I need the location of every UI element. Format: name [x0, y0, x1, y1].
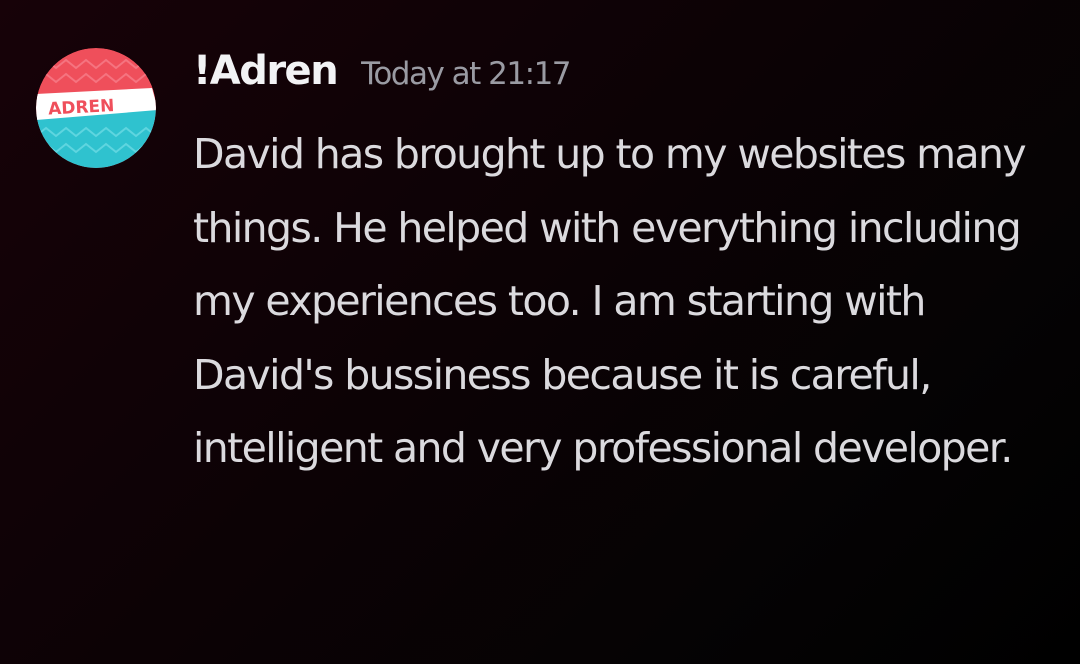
avatar-image: ADREN — [36, 48, 156, 168]
avatar-label: ADREN — [48, 96, 115, 119]
message-content: !Adren Today at 21:17 David has brought … — [193, 48, 1053, 486]
timestamp: Today at 21:17 — [361, 56, 571, 92]
chat-message: ADREN !Adren Today at 21:17 David has br… — [36, 48, 1046, 648]
message-text: David has brought up to my websites many… — [193, 130, 1027, 472]
username[interactable]: !Adren — [193, 48, 339, 94]
message-header: !Adren Today at 21:17 — [193, 48, 1053, 118]
avatar[interactable]: ADREN — [36, 48, 156, 168]
